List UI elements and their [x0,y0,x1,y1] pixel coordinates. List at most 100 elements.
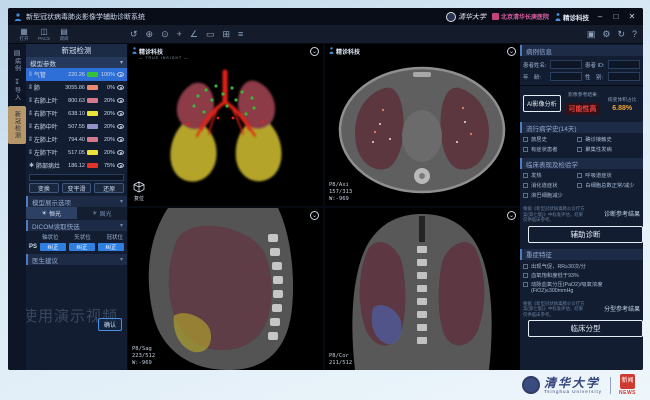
restore-button[interactable]: 还原 [94,183,124,193]
structure-row[interactable]: ʬ 右肺下叶 638.10 20% [26,107,127,120]
structure-row[interactable]: ʬ 左肺上叶 794.40 20% [26,133,127,146]
help-icon[interactable]: ? [632,25,637,44]
checkbox-cluster-onset[interactable]: 聚集性发病 [577,147,640,153]
browse-button[interactable]: ▤ 调阅 [54,27,74,41]
smooth-button[interactable]: 变平滑 [62,183,92,193]
dicom-header[interactable]: DICOM读取快选 ▾ [26,220,127,231]
color-chip[interactable] [87,111,98,116]
opacity-slider[interactable] [29,174,124,181]
structure-row[interactable]: ʬ 右肺中叶 507.55 20% [26,120,127,133]
color-chip[interactable] [87,150,98,155]
viewport-3d[interactable]: 精诊科技— TRUE INSIGHT — ⌄ 复位 [128,44,323,206]
checkbox-lymphocyte[interactable]: 淋巴细胞减少 [523,193,575,199]
correct-axial-button[interactable]: 纠正 [40,243,66,251]
case-info-header: 病例信息 [520,45,643,56]
sagittal-overlay-info: P8/Sag 223/512 W:-969 [132,346,155,367]
transform-button[interactable]: 变换 [29,183,59,193]
visibility-eye-icon[interactable] [117,163,124,168]
ruler-tool-icon[interactable]: ▭ [206,25,215,44]
reset-view-control[interactable]: 复位 [133,181,145,202]
diagnosis-note: 根据《新型冠状病毒肺炎诊疗方案(第七版)》中标准评估，结果仅供临床参考。 [523,206,585,223]
checkbox-spo2[interactable]: 血氧饱和度低于93% [523,273,640,279]
checkbox-icon [577,183,582,188]
jingzhen-person-icon [329,47,334,54]
viewport-menu-caret[interactable]: ⌄ [310,47,319,56]
color-chip[interactable] [87,85,98,90]
color-chip[interactable] [87,124,98,129]
severe-header: 重症特征 [520,249,643,260]
viewport-menu-caret[interactable]: ⌄ [507,47,516,56]
settings-icon[interactable]: ⚙ [602,25,610,44]
visibility-eye-icon[interactable] [117,111,124,116]
viewport-menu-caret[interactable]: ⌄ [310,211,319,220]
correct-coronal-button[interactable]: 纠正 [98,243,124,251]
patient-age-input[interactable] [550,72,582,81]
light-tab-fixed[interactable]: ☀ 固光 [77,207,128,219]
lung-icon: ʬ [29,124,32,130]
open-button[interactable]: ▦ 打开 [14,27,34,41]
color-chip[interactable] [87,98,98,103]
tab-case-list[interactable]: ▤ 病例 [8,46,26,75]
clinical-typing-button[interactable]: 临床分型 [528,320,643,337]
tab-import[interactable]: ↧ 导入 [8,75,26,104]
correct-sagittal-button[interactable]: 纠正 [69,243,95,251]
checkbox-pao2-fio2[interactable]: 动脉血氧分压(PaO2)/吸氧浓度(FiO2)≤300mmHg [523,282,640,294]
checkbox-fever[interactable]: 发热 [523,173,575,179]
zoom-tool-icon[interactable]: ⊕ [146,25,154,44]
visibility-eye-icon[interactable] [117,124,124,129]
patient-id-input[interactable] [608,60,640,69]
model-param-dropdown[interactable]: 模型参数 ▾ [26,57,127,68]
visibility-eye-icon[interactable] [117,72,124,77]
rotate-tool-icon[interactable]: ↺ [130,25,138,44]
pan-tool-icon[interactable]: + [177,25,182,44]
structure-row[interactable]: ʬ 肺 3055.86 0% [26,81,127,94]
viewport-axial[interactable]: 精诊科技 ⌄ P8/Axi 157/313 W:-969 [325,44,520,206]
color-chip[interactable] [87,163,98,168]
checkbox-travel-history[interactable]: 旅居史 [523,137,575,143]
structure-row[interactable]: ʬ 气管 220.26 100% [26,68,127,81]
panel-title: 新冠检测 [26,44,127,57]
maximize-button[interactable]: □ [611,8,621,25]
patient-name-input[interactable] [550,60,582,69]
viewport-sagittal[interactable]: ⌄ P8/Sag 223/512 W:-969 [128,208,323,370]
pacs-button[interactable]: ◫ PACS [34,27,54,41]
tab-covid-detect[interactable]: 新冠检测 [8,106,26,144]
light-tab-constant[interactable]: ☀ 恒光 [26,207,77,219]
checkbox-digestive[interactable]: 消化道症状 [523,183,575,189]
tsinghua-logo: 清华大学 [446,12,486,22]
color-chip[interactable] [87,72,98,77]
assist-diagnosis-button[interactable]: 辅助诊断 [528,226,643,243]
display-options-header[interactable]: 模型展示选项 ▾ [26,196,127,207]
minimize-button[interactable]: – [595,8,605,25]
refresh-icon[interactable]: ↻ [617,25,625,44]
menu-tool-icon[interactable]: ≡ [238,25,243,44]
visibility-eye-icon[interactable] [117,150,124,155]
checkbox-icon [523,193,528,198]
axial-ct-image [325,44,520,206]
viewport-coronal[interactable]: ⌄ P8/Cor 211/512 [325,208,520,370]
chevron-down-icon: ▾ [120,198,123,205]
checkbox-symptomatic-patient[interactable]: 有症状患者 [523,147,575,153]
structure-row[interactable]: ✱ 肺部病灶 186.12 75% [26,159,127,172]
checkbox-contact-history[interactable]: 确诊接触史 [577,137,640,143]
color-chip[interactable] [87,137,98,142]
checkbox-wbc[interactable]: 白细胞总数正常/减少 [577,183,640,189]
jingzhen-logo: 精诊科技 [555,12,589,22]
viewport-menu-caret[interactable]: ⌄ [507,211,516,220]
grid-tool-icon[interactable]: ⊞ [223,25,231,44]
structure-row[interactable]: ʬ 左肺下叶 517.05 20% [26,146,127,159]
doctor-advice-header[interactable]: 医生建议 ▾ [26,254,127,265]
checkbox-shortness-breath[interactable]: 出现气促，RR≥30次/分 [523,264,640,270]
patient-gender-input[interactable] [608,72,640,81]
confirm-button[interactable]: 确认 [98,318,122,331]
ai-analyze-button[interactable]: AI影像分析 [523,95,561,112]
visibility-eye-icon[interactable] [117,98,124,103]
angle-tool-icon[interactable]: ∠ [190,25,198,44]
visibility-eye-icon[interactable] [117,137,124,142]
layout-icon[interactable]: ▣ [587,25,596,44]
structure-row[interactable]: ʬ 右肺上叶 800.63 20% [26,94,127,107]
checkbox-respiratory[interactable]: 呼吸道症状 [577,173,640,179]
close-button[interactable]: ✕ [627,8,637,25]
visibility-eye-icon[interactable] [117,85,124,90]
target-tool-icon[interactable]: ⊙ [161,25,169,44]
